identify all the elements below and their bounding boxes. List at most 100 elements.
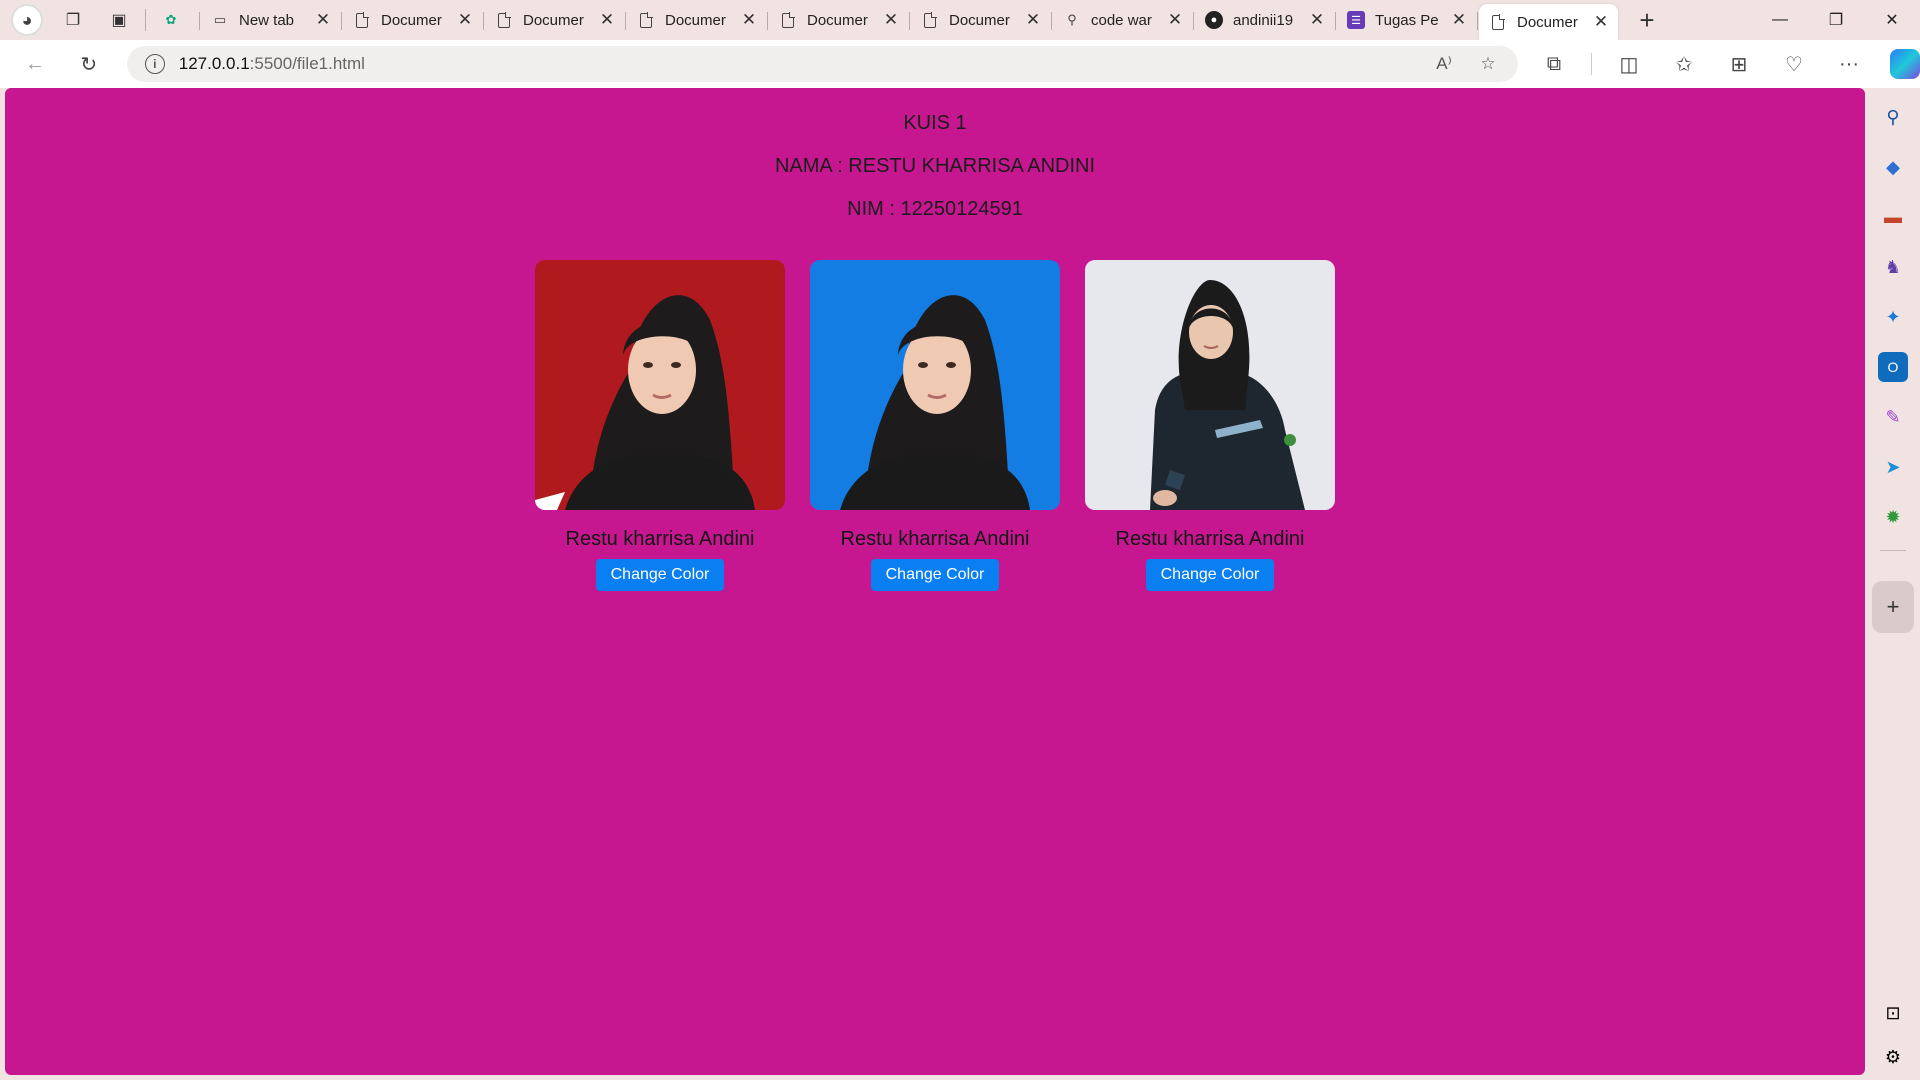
document-icon	[921, 11, 939, 29]
games-icon[interactable]: ♞	[1878, 252, 1908, 282]
tab-title: New tab	[239, 11, 295, 29]
tab-document[interactable]: Documer ✕	[911, 4, 1052, 36]
vertical-tabs-icon[interactable]: ▣	[103, 4, 135, 36]
student-nim: NIM : 12250124591	[847, 198, 1023, 220]
site-info-icon[interactable]: i	[144, 54, 165, 74]
copilot-sidebar-icon[interactable]: ✦	[1878, 302, 1908, 332]
close-icon[interactable]: ✕	[882, 10, 900, 30]
workspaces-icon[interactable]: ❐	[57, 4, 89, 36]
tab-chatgpt[interactable]: ✿	[154, 4, 200, 36]
tab-document[interactable]: Documer ✕	[627, 4, 768, 36]
browser-essentials-icon[interactable]: ♡	[1776, 46, 1812, 82]
portrait-photo-blue	[810, 260, 1060, 510]
card-name: Restu kharrisa Andini	[1115, 528, 1305, 550]
close-icon[interactable]: ✕	[1308, 10, 1326, 30]
tab-title: Documer	[523, 11, 584, 29]
new-tab-button[interactable]: +	[1629, 4, 1665, 36]
tab-document[interactable]: Documer ✕	[485, 4, 626, 36]
settings-gear-icon[interactable]: ⚙	[1878, 1042, 1908, 1072]
refresh-icon[interactable]: ↻	[71, 46, 107, 82]
split-screen-icon[interactable]: ◫	[1611, 46, 1647, 82]
tab-new-tab[interactable]: ▭ New tab ✕	[201, 4, 342, 36]
close-icon[interactable]: ✕	[1024, 10, 1042, 30]
student-name: NAMA : RESTU KHARRISA ANDINI	[774, 155, 1096, 177]
photo-cards: Restu kharrisa Andini Change Color Restu…	[535, 260, 1335, 591]
tab-document[interactable]: Documer ✕	[343, 4, 484, 36]
close-icon[interactable]: ✕	[314, 10, 332, 30]
sidebar-bottom: ⊡ ⚙	[1878, 984, 1908, 1072]
document-icon	[495, 11, 513, 29]
extensions-icon[interactable]: ⧉	[1536, 46, 1572, 82]
collections-icon[interactable]: ⊞	[1721, 46, 1757, 82]
change-color-button[interactable]: Change Color	[596, 559, 724, 591]
portrait-photo-red	[535, 260, 785, 510]
tab-github[interactable]: ● andinii19 ✕	[1195, 4, 1336, 36]
newtab-icon: ▭	[213, 12, 227, 27]
tab-title: Documer	[381, 11, 442, 29]
copilot-icon[interactable]	[1890, 49, 1920, 79]
window-controls: — ❐ ✕	[1752, 0, 1920, 40]
toolbar-actions: ⧉ ◫ ✩ ⊞ ♡ ···	[1536, 46, 1920, 82]
close-window-icon[interactable]: ✕	[1864, 0, 1920, 40]
tools-icon[interactable]: ▬	[1878, 202, 1908, 232]
sidebar-divider	[1880, 550, 1906, 551]
url-text[interactable]: 127.0.0.1:5500/file1.html	[179, 54, 1416, 74]
openai-icon: ✿	[165, 12, 177, 27]
search-icon: ⚲	[1067, 12, 1077, 27]
add-sidebar-app-button[interactable]: +	[1872, 581, 1914, 633]
back-icon[interactable]: ←	[17, 46, 53, 82]
profile-avatar[interactable]: ◕	[11, 4, 43, 36]
browser-toolbar: ← ↻ i 127.0.0.1:5500/file1.html A⁾ ☆ ⧉ ◫…	[0, 40, 1920, 88]
close-icon[interactable]: ✕	[456, 10, 474, 30]
favorites-icon[interactable]: ✩	[1666, 46, 1702, 82]
tab-title: Documer	[949, 11, 1010, 29]
designer-icon[interactable]: ✎	[1878, 402, 1908, 432]
restore-icon[interactable]: ❐	[1808, 0, 1864, 40]
tab-document[interactable]: Documer ✕	[769, 4, 910, 36]
tab-title: Documer	[1517, 13, 1578, 31]
tab-title: Documer	[807, 11, 868, 29]
tab-strip: ◕ ❐ ▣ ✿ ▭ New tab ✕ Documer ✕ Documer ✕ …	[0, 0, 1920, 40]
tab-forms[interactable]: ☰ Tugas Pe ✕	[1337, 4, 1478, 36]
portrait-photo-jacket	[1085, 260, 1335, 510]
close-icon[interactable]: ✕	[1450, 10, 1468, 30]
document-icon	[779, 11, 797, 29]
url-host: 127.0.0.1	[178, 54, 250, 73]
document-icon	[1489, 13, 1507, 31]
screenshot-icon[interactable]: ⊡	[1878, 998, 1908, 1028]
send-icon[interactable]: ➤	[1878, 452, 1908, 482]
extension-gear-icon[interactable]: ✹	[1878, 502, 1908, 532]
document-icon	[637, 11, 655, 29]
search-icon[interactable]: ⚲	[1878, 102, 1908, 132]
change-color-button[interactable]: Change Color	[1146, 559, 1274, 591]
change-color-button[interactable]: Change Color	[871, 559, 999, 591]
tab-title: code war	[1091, 11, 1152, 29]
tab-document-active[interactable]: Documer ✕	[1479, 4, 1618, 40]
outlook-icon[interactable]: O	[1878, 352, 1908, 382]
close-icon[interactable]: ✕	[740, 10, 758, 30]
tab-search[interactable]: ⚲ code war ✕	[1053, 4, 1194, 36]
tab-title: Documer	[665, 11, 726, 29]
page-title: KUIS 1	[903, 112, 967, 134]
card-name: Restu kharrisa Andini	[840, 528, 1030, 550]
more-menu-icon[interactable]: ···	[1831, 46, 1867, 82]
url-path: :5500/file1.html	[249, 54, 365, 73]
card-name: Restu kharrisa Andini	[565, 528, 755, 550]
close-icon[interactable]: ✕	[1166, 10, 1184, 30]
shopping-tag-icon[interactable]: ◆	[1878, 152, 1908, 182]
edge-sidebar: ⚲ ◆ ▬ ♞ ✦ O ✎ ➤ ✹ + ⊡ ⚙	[1866, 88, 1920, 1080]
close-icon[interactable]: ✕	[1592, 12, 1610, 32]
github-icon: ●	[1205, 11, 1223, 29]
photo-card: Restu kharrisa Andini Change Color	[1085, 260, 1335, 591]
forms-icon: ☰	[1347, 11, 1365, 29]
minimize-icon[interactable]: —	[1752, 0, 1808, 40]
close-icon[interactable]: ✕	[598, 10, 616, 30]
tab-title: andinii19	[1233, 11, 1294, 29]
tab-title: Tugas Pe	[1375, 11, 1439, 29]
tab-separator	[145, 9, 146, 31]
address-bar[interactable]: i 127.0.0.1:5500/file1.html A⁾ ☆	[126, 46, 1518, 82]
document-icon	[353, 11, 371, 29]
toolbar-separator	[1591, 53, 1592, 75]
favorite-star-icon[interactable]: ☆	[1472, 48, 1504, 80]
read-aloud-icon[interactable]: A⁾	[1428, 48, 1460, 80]
